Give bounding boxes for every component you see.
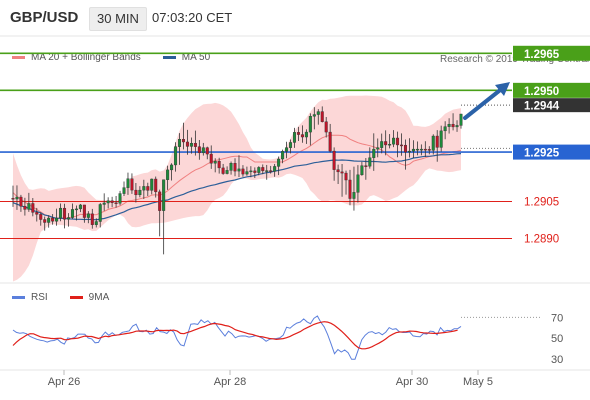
level-label-1: 1.2950 xyxy=(524,86,559,98)
level-label-4: 1.2905 xyxy=(524,196,559,208)
candle xyxy=(118,190,122,206)
level-label-2: 1.2944 xyxy=(524,101,560,113)
level-label-3: 1.2925 xyxy=(524,148,560,160)
bollinger-band-fill xyxy=(13,95,461,282)
x-tick-label: May 5 xyxy=(463,376,493,388)
x-tick-label: Apr 26 xyxy=(48,376,80,388)
level-label-0: 1.2965 xyxy=(524,49,560,61)
rsi-series-1 xyxy=(12,321,458,350)
rsi-tick-label: 30 xyxy=(551,354,563,366)
chart-canvas: 1.2965 1.2950 1.2944 1.2925 1.2905 1.2890 70 5… xyxy=(0,35,590,388)
x-tick-label: Apr 28 xyxy=(214,376,246,388)
rsi-tick-label: 70 xyxy=(551,312,563,324)
rsi-tick-label: 50 xyxy=(551,333,563,345)
bollinger-band xyxy=(13,95,461,282)
level-label-5: 1.2890 xyxy=(524,234,559,246)
x-tick-label: Apr 30 xyxy=(396,376,428,388)
x-axis: Apr 26 Apr 28 Apr 30 May 5 xyxy=(48,370,493,388)
forecast-arrow xyxy=(463,82,510,120)
forecast-arrow-shaft xyxy=(463,85,506,120)
rsi-pane: 70 50 30 xyxy=(12,312,563,366)
